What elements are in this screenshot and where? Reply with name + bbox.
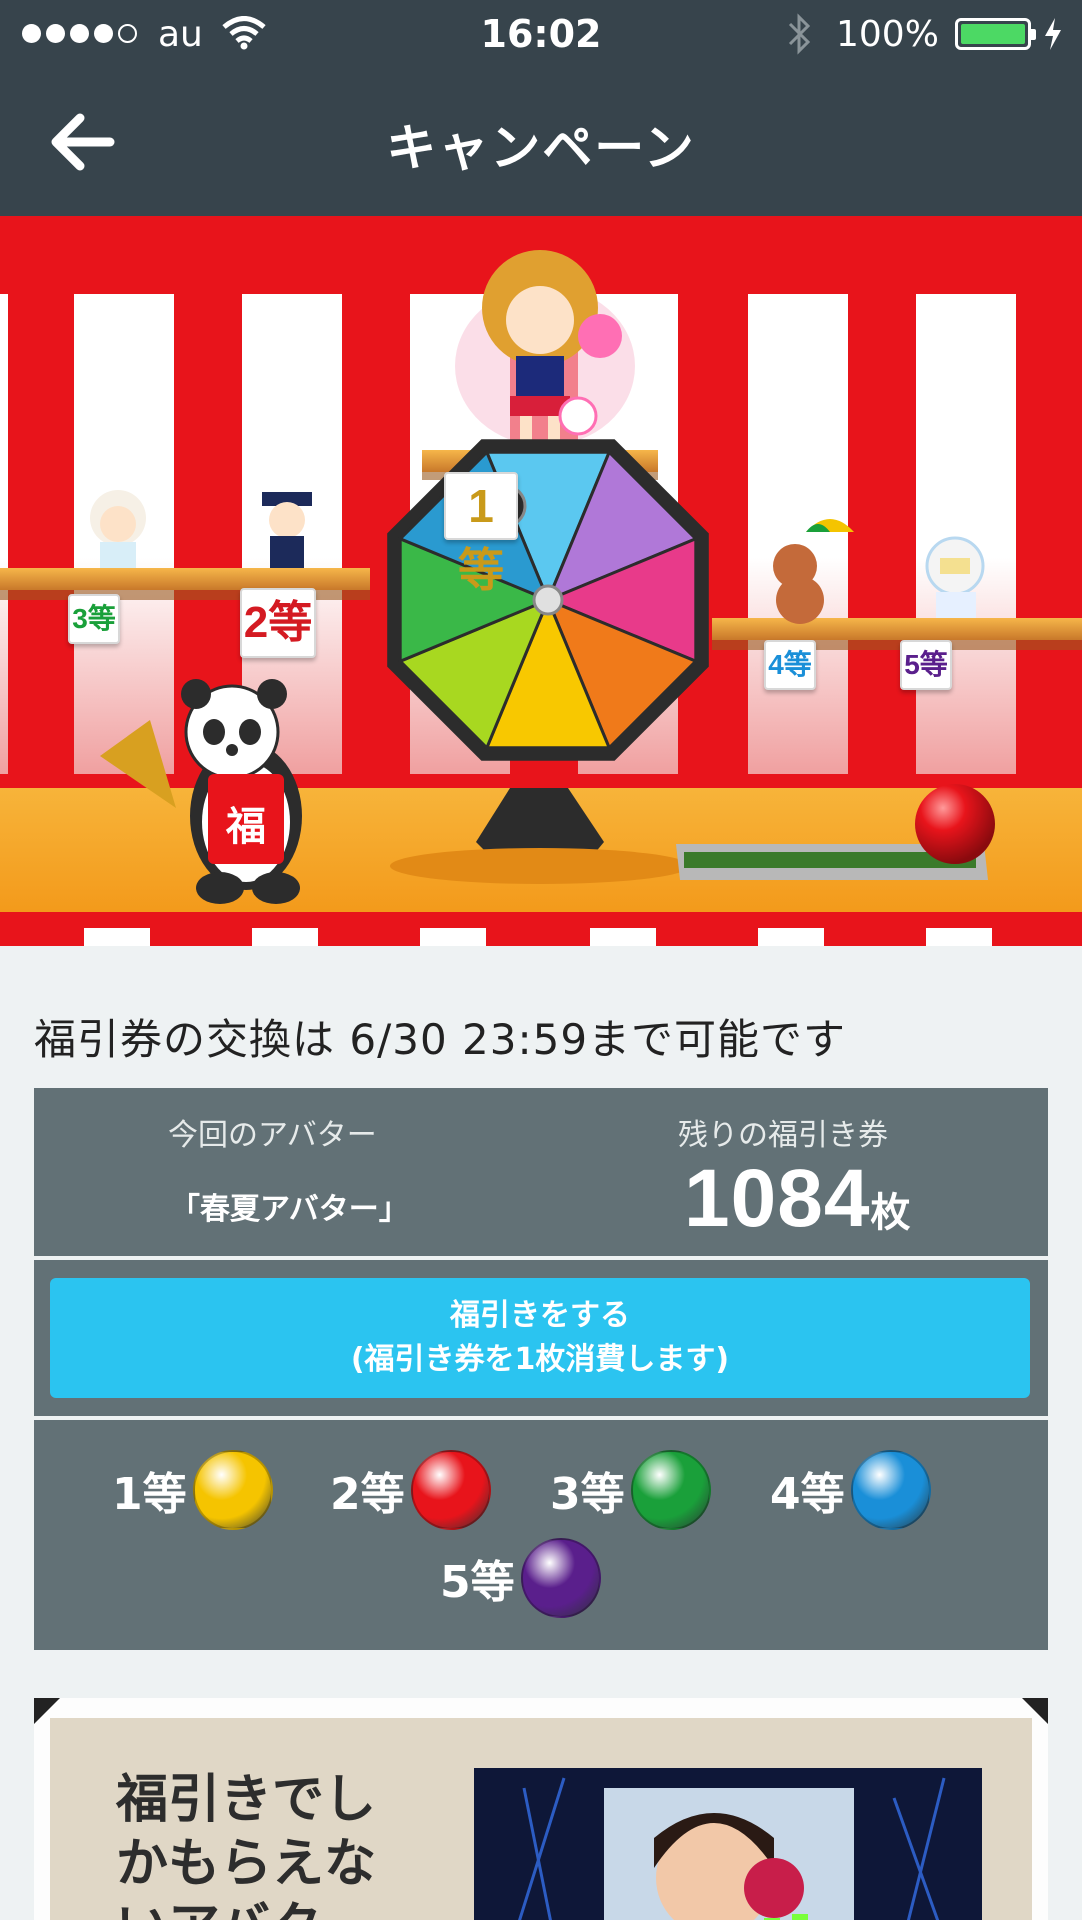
green-ball-icon <box>630 1450 711 1530</box>
legend-label: 4等 <box>770 1469 845 1520</box>
red-ball-icon <box>410 1450 491 1530</box>
status-bar: au 16:02 100% <box>0 0 1082 70</box>
tickets-unit: 枚 <box>870 1190 911 1236</box>
draw-panel: 福引きをする (福引き券を1枚消費します) <box>34 1260 1048 1416</box>
campaign-banner: 1等 2等 3等 4等 5等 福 <box>0 216 1082 946</box>
panda-sash-label: 福 <box>226 804 266 850</box>
rank-tag-4: 4等 <box>764 640 816 690</box>
legend-label: 1等 <box>112 1469 187 1520</box>
promo-inner: 福引きでしかもらえないアバタ <box>50 1718 1032 1920</box>
wheel-hub <box>532 584 564 616</box>
promo-card[interactable]: 福引きでしかもらえないアバタ <box>34 1698 1048 1920</box>
battery-percentage: 100% <box>836 14 939 55</box>
legend-item-1: 1等 <box>112 1450 273 1530</box>
rank-tag-5: 5等 <box>900 640 952 690</box>
rank-tag-2: 2等 <box>240 588 316 658</box>
legend-item-2: 2等 <box>330 1450 491 1530</box>
rank-tag-1: 1等 <box>444 472 518 596</box>
tickets-label: 残りの福引き券 <box>678 1118 888 1153</box>
legend-item-3: 3等 <box>550 1450 711 1530</box>
tickets-count: 1084 <box>684 1153 871 1244</box>
avatar-label: 今回のアバター <box>168 1118 377 1153</box>
legend-label: 2等 <box>330 1469 405 1520</box>
top-bar: au 16:02 100% キャンペーン <box>0 0 1082 216</box>
tickets-remaining: 1084枚 <box>684 1152 910 1246</box>
page-title: キャンペーン <box>386 119 696 177</box>
draw-button-sublabel: (福引き券を1枚消費します) <box>350 1342 730 1377</box>
draw-lottery-button[interactable]: 福引きをする (福引き券を1枚消費します) <box>50 1278 1030 1398</box>
legend-item-5: 5等 <box>440 1538 601 1618</box>
exchange-deadline-text: 福引券の交換は 6/30 23:59まで可能です <box>34 1015 847 1064</box>
battery-icon <box>955 18 1036 50</box>
ticket-info-panel: 今回のアバター 「春夏アバター」 残りの福引き券 1084枚 <box>34 1088 1048 1256</box>
legend-label: 5等 <box>440 1557 515 1608</box>
charging-icon <box>1045 18 1061 50</box>
yellow-ball-icon <box>192 1450 273 1530</box>
purple-ball-icon <box>520 1538 601 1618</box>
rank-tag-3: 3等 <box>68 594 120 644</box>
bluetooth-icon <box>788 13 811 55</box>
promo-text: 福引きでしかもらえないアバタ <box>116 1770 377 1920</box>
draw-button-label: 福引きをする <box>450 1298 630 1333</box>
avatar-name: 「春夏アバター」 <box>170 1192 409 1227</box>
promo-image <box>474 1768 982 1920</box>
blue-ball-icon <box>850 1450 931 1530</box>
legend-item-4: 4等 <box>770 1450 931 1530</box>
prize-legend-panel: 1等 2等 3等 4等 5等 <box>34 1420 1048 1650</box>
legend-label: 3等 <box>550 1469 625 1520</box>
drawn-ball <box>915 784 995 864</box>
banner-illustration <box>0 216 1082 946</box>
